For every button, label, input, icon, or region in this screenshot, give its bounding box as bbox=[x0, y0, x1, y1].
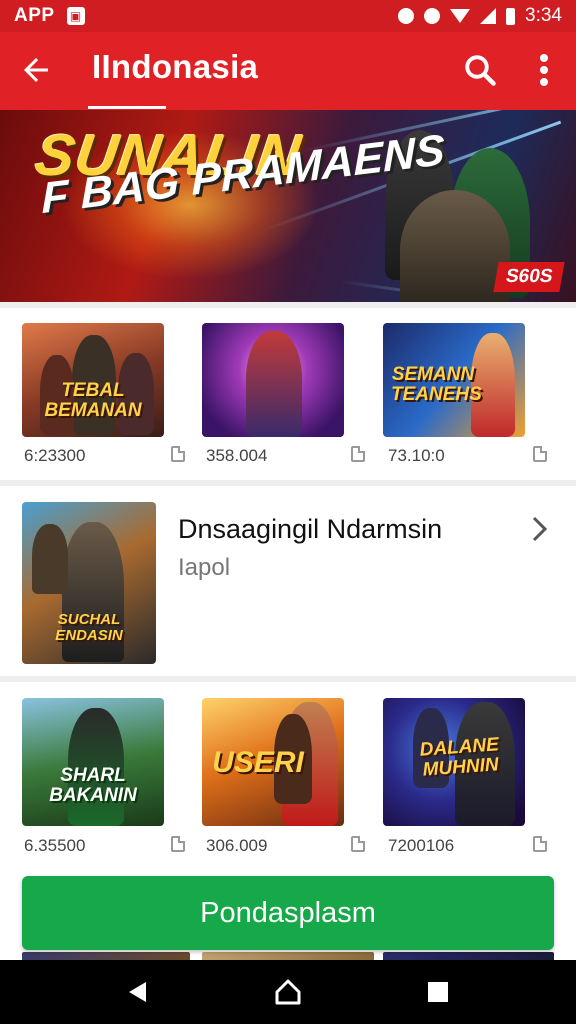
alarm-icon bbox=[424, 8, 441, 24]
game-tile[interactable]: USERI bbox=[202, 698, 344, 826]
sync-icon bbox=[398, 8, 415, 24]
game-tile[interactable] bbox=[202, 323, 344, 437]
page-title: IIndonasia bbox=[92, 48, 259, 85]
status-bar: APP ▣ 3:34 bbox=[0, 0, 576, 32]
battery-icon bbox=[506, 7, 516, 25]
chevron-right-icon[interactable] bbox=[528, 514, 552, 544]
signal-icon bbox=[480, 8, 497, 24]
tile-caption: 7200106 bbox=[388, 836, 455, 855]
hero-banner[interactable]: SUNALIN F BAG PRAMAENS S60S bbox=[0, 110, 576, 302]
featured-art-title: SUCHAL ENDASIN bbox=[55, 611, 123, 644]
featured-character bbox=[32, 524, 68, 594]
status-app-label: APP bbox=[14, 5, 55, 26]
wifi-icon bbox=[450, 9, 471, 23]
status-time: 3:34 bbox=[525, 5, 562, 26]
tile-caption: 6:23300 bbox=[24, 446, 86, 465]
primary-action-button[interactable]: Pondasplasm bbox=[22, 876, 554, 950]
document-icon[interactable] bbox=[351, 836, 365, 852]
tile-art-title: USERI bbox=[212, 746, 304, 779]
nav-back-icon[interactable] bbox=[122, 976, 154, 1008]
more-vert-icon[interactable] bbox=[530, 50, 558, 90]
tile-art-title: SHARL BAKANIN bbox=[49, 765, 137, 806]
featured-game[interactable]: SUCHAL ENDASIN Dnsaagingil Ndarmsin Iapo… bbox=[0, 486, 576, 676]
featured-subtitle: Iapol bbox=[178, 554, 231, 581]
tile-art-title: TEBAL BEMANAN bbox=[44, 380, 142, 421]
document-icon[interactable] bbox=[171, 836, 185, 852]
tile-art-title: DALANE MUHNIN bbox=[419, 734, 500, 781]
document-icon[interactable] bbox=[171, 446, 185, 462]
document-icon[interactable] bbox=[351, 446, 365, 462]
title-indicator bbox=[88, 106, 166, 109]
back-arrow-icon[interactable] bbox=[18, 52, 54, 88]
featured-name: Dnsaagingil Ndarmsin bbox=[178, 514, 443, 544]
nav-home-icon[interactable] bbox=[272, 976, 304, 1008]
game-tile[interactable]: DALANE MUHNIN bbox=[383, 698, 525, 826]
document-icon[interactable] bbox=[533, 446, 547, 462]
game-tile[interactable]: TEBAL BEMANAN bbox=[22, 323, 164, 437]
game-tile[interactable]: SHARL BAKANIN bbox=[22, 698, 164, 826]
status-icons: 3:34 bbox=[398, 5, 562, 27]
notification-icon: ▣ bbox=[66, 7, 85, 25]
tile-caption: 6.35500 bbox=[24, 836, 86, 855]
featured-thumbnail: SUCHAL ENDASIN bbox=[22, 502, 156, 664]
tile-art-title: SEMANN TEANEHS bbox=[391, 364, 482, 405]
system-nav-bar bbox=[0, 960, 576, 1024]
tile-row-2: SHARL BAKANIN 6.35500 USERI 306.009 DALA… bbox=[0, 682, 576, 874]
document-icon[interactable] bbox=[533, 836, 547, 852]
tile-caption: 358.004 bbox=[206, 446, 268, 465]
search-icon[interactable] bbox=[462, 52, 498, 88]
tile-caption: 73.10:0 bbox=[388, 446, 445, 465]
tile-caption: 306.009 bbox=[206, 836, 268, 855]
app-bar: IIndonasia bbox=[0, 32, 576, 110]
hero-badge: S60S bbox=[493, 262, 566, 292]
nav-recents-icon[interactable] bbox=[422, 976, 454, 1008]
game-tile[interactable]: SEMANN TEANEHS bbox=[383, 323, 525, 437]
tile-character bbox=[246, 331, 302, 437]
tile-row-1: TEBAL BEMANAN 6:23300 358.004 SEMANN TEA… bbox=[0, 308, 576, 480]
